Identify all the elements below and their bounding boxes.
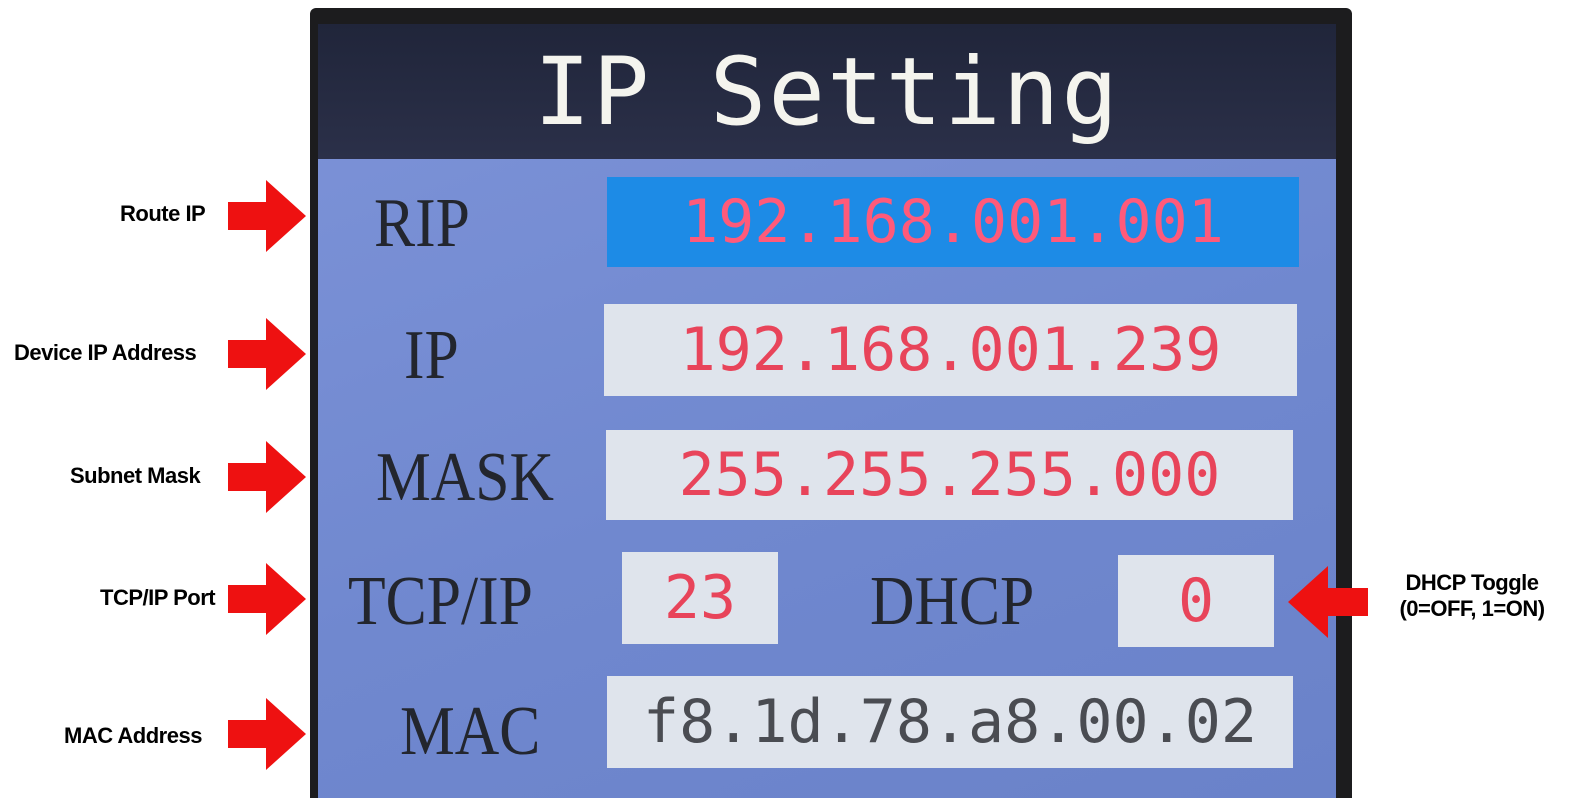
screen-title: IP Setting xyxy=(534,38,1120,147)
mac-address-field[interactable]: f8.1d.78.a8.00.02 xyxy=(607,676,1293,768)
dhcp-label: DHCP xyxy=(870,563,1035,640)
dhcp-toggle-annotation: DHCP Toggle (0=OFF, 1=ON) xyxy=(1366,570,1578,622)
arrow-right-icon xyxy=(228,698,306,770)
subnet-mask-annotation: Subnet Mask xyxy=(70,463,201,488)
device-ip-annotation: Device IP Address xyxy=(14,340,197,365)
device-ip-field[interactable]: 192.168.001.239 xyxy=(604,304,1297,396)
tcp-port-annotation: TCP/IP Port xyxy=(100,585,216,610)
route-ip-field[interactable]: 192.168.001.001 xyxy=(607,177,1299,267)
subnet-mask-field[interactable]: 255.255.255.000 xyxy=(606,430,1293,520)
arrow-right-icon xyxy=(228,441,306,513)
dhcp-toggle-annotation-legend: (0=OFF, 1=ON) xyxy=(1399,596,1545,621)
title-bar: IP Setting xyxy=(318,24,1336,159)
tcp-port-field[interactable]: 23 xyxy=(622,552,778,644)
arrow-right-icon xyxy=(228,180,306,252)
mac-label: MAC xyxy=(400,693,541,770)
route-ip-annotation: Route IP xyxy=(120,201,206,226)
mac-address-annotation: MAC Address xyxy=(64,723,202,748)
tcp-ip-label: TCP/IP xyxy=(348,563,533,640)
mask-label: MASK xyxy=(376,439,555,516)
dhcp-toggle-field[interactable]: 0 xyxy=(1118,555,1274,647)
lcd-screen: IP Setting RIP 192.168.001.001 IP 192.16… xyxy=(318,24,1336,798)
ip-label: IP xyxy=(404,317,459,394)
arrow-left-icon xyxy=(1288,566,1368,638)
rip-label: RIP xyxy=(374,185,470,262)
dhcp-toggle-annotation-title: DHCP Toggle xyxy=(1405,570,1539,595)
arrow-right-icon xyxy=(228,318,306,390)
arrow-right-icon xyxy=(228,563,306,635)
